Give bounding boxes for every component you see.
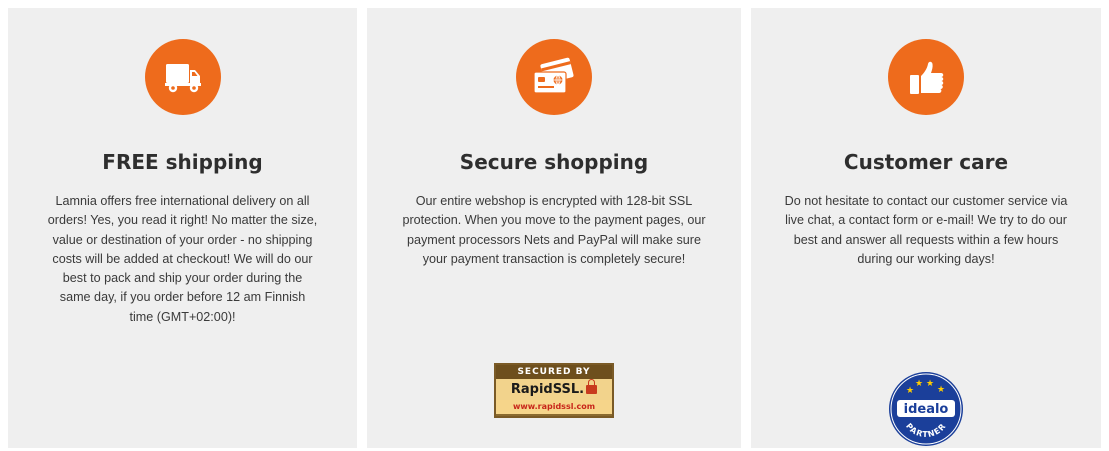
feature-panel-shipping: FREE shipping Lamnia offers free interna… (8, 8, 357, 448)
idealo-brand: idealo (904, 402, 949, 417)
svg-text:★: ★ (906, 386, 914, 396)
idealo-partner-badge[interactable]: ★ ★ ★ ★ idealo PARTNER (888, 371, 964, 447)
ssl-seal-heading: SECURED BY (496, 365, 612, 379)
feature-panel-customer-care: Customer care Do not hesitate to contact… (751, 8, 1101, 448)
feature-description: Do not hesitate to contact our customer … (784, 194, 1068, 266)
svg-text:★: ★ (926, 379, 934, 389)
rapidssl-seal[interactable]: SECURED BY RapidSSL. www.rapidssl.com (494, 363, 614, 418)
ssl-seal-url: www.rapidssl.com (496, 400, 612, 414)
feature-panel-secure: Secure shopping Our entire webshop is en… (367, 8, 741, 448)
truck-icon (144, 39, 221, 115)
feature-title: Customer care (843, 150, 1009, 174)
feature-description: Lamnia offers free international deliver… (47, 194, 318, 324)
feature-title: FREE shipping (102, 150, 263, 174)
feature-title: Secure shopping (459, 150, 649, 174)
svg-text:★: ★ (937, 385, 945, 395)
thumbs-up-icon (888, 39, 964, 115)
ssl-seal-brand: RapidSSL. (510, 382, 585, 397)
svg-text:★: ★ (915, 379, 923, 389)
feature-description: Our entire webshop is encrypted with 128… (402, 194, 706, 266)
lock-icon (586, 379, 598, 394)
credit-card-icon (516, 39, 592, 115)
